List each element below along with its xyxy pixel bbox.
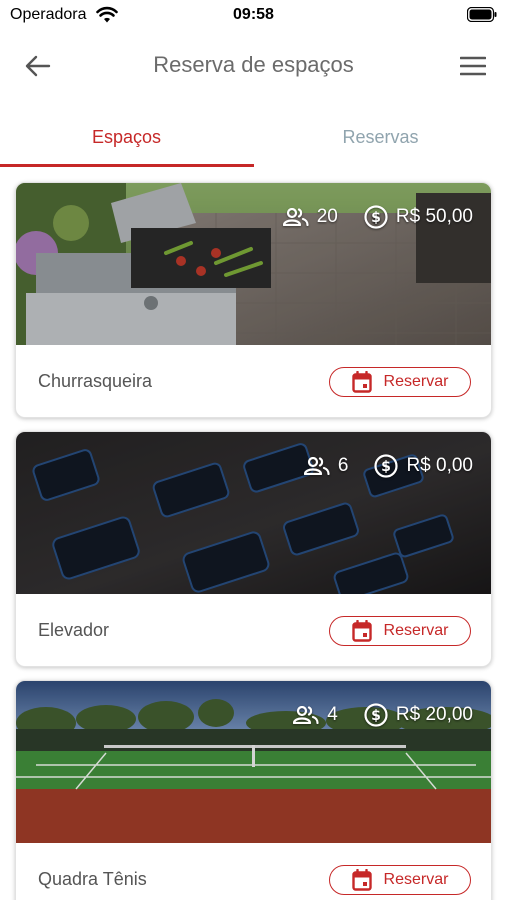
tennis-court-photo: 4 $ R$ 20,00 (16, 681, 491, 843)
card-stats: 6 $ R$ 0,00 (303, 454, 473, 478)
tab-espacos[interactable]: Espaços (0, 108, 253, 166)
reserve-button[interactable]: Reservar (329, 865, 471, 895)
dollar-circle-icon: $ (364, 205, 388, 229)
price-stat: $ R$ 0,00 (374, 454, 473, 478)
space-name: Elevador (38, 620, 110, 640)
reserve-button[interactable]: Reservar (329, 367, 471, 397)
barbecue-grill-photo: 20 $ R$ 50,00 (16, 183, 491, 345)
elevator-buttons-photo: 6 $ R$ 0,00 (16, 432, 491, 594)
capacity-value: 4 (327, 704, 338, 725)
space-card-elevador[interactable]: 6 $ R$ 0,00 Elevador Reservar (15, 431, 492, 667)
space-card-churrasqueira[interactable]: 20 $ R$ 50,00 Churrasqueira Reservar (15, 182, 492, 418)
dollar-circle-icon: $ (364, 703, 388, 727)
reserve-button-label: Reservar (383, 373, 449, 390)
status-bar: Operadora 09:58 (0, 0, 507, 32)
page-title: Reserva de espaços (153, 52, 354, 77)
svg-text:$: $ (371, 708, 381, 724)
menu-button[interactable] (453, 48, 493, 84)
active-tab-indicator (0, 164, 254, 167)
tab-reservas[interactable]: Reservas (254, 108, 507, 166)
price-value: R$ 0,00 (406, 455, 473, 476)
people-icon (303, 457, 330, 475)
capacity-value: 6 (337, 455, 349, 476)
people-icon (293, 706, 319, 724)
capacity-stat: 6 (303, 455, 349, 477)
price-value: R$ 50,00 (395, 206, 473, 227)
calendar-icon (351, 869, 372, 891)
svg-text:$: $ (382, 459, 392, 475)
reserve-button[interactable]: Reservar (329, 616, 471, 646)
battery-icon (467, 7, 497, 22)
people-icon (282, 208, 309, 226)
price-stat: $ R$ 50,00 (364, 205, 473, 229)
hamburger-menu-icon (460, 56, 486, 76)
calendar-icon (351, 371, 372, 393)
reserve-button-label: Reservar (383, 622, 449, 639)
space-name: Quadra Tênis (38, 869, 147, 889)
capacity-stat: 4 (293, 704, 338, 726)
card-stats: 20 $ R$ 50,00 (282, 205, 473, 229)
dollar-circle-icon: $ (374, 454, 399, 478)
calendar-icon (351, 620, 372, 642)
space-card-quadra-tenis[interactable]: 4 $ R$ 20,00 Quadra Tênis Reservar (15, 680, 492, 900)
app-bar: Reserva de espaços (0, 40, 507, 92)
svg-text:$: $ (371, 210, 381, 226)
status-time: 09:58 (233, 6, 274, 23)
card-stats: 4 $ R$ 20,00 (293, 703, 473, 727)
space-name: Churrasqueira (38, 371, 153, 391)
tab-bar: Espaços Reservas (0, 108, 507, 168)
capacity-value: 20 (316, 206, 338, 227)
price-stat: $ R$ 20,00 (364, 703, 473, 727)
capacity-stat: 20 (282, 206, 338, 228)
price-value: R$ 20,00 (395, 704, 473, 725)
reserve-button-label: Reservar (383, 871, 449, 888)
